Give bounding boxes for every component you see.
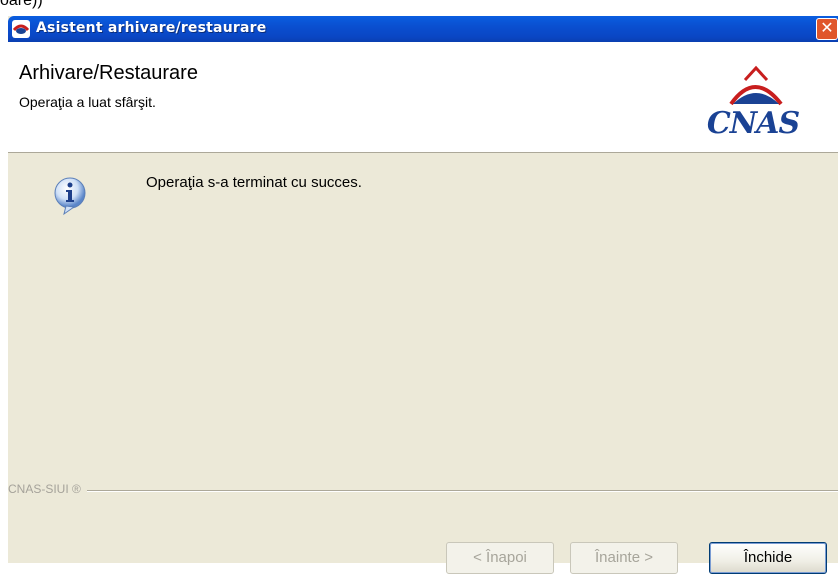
close-button[interactable]: Închide — [709, 542, 827, 574]
wizard-header: Arhivare/Restaurare Operaţia a luat sfâr… — [8, 42, 838, 153]
wizard-window: Asistent arhivare/restaurare ✕ Arhivare/… — [8, 16, 838, 574]
status-message: Operaţia s-a terminat cu succes. — [146, 174, 362, 191]
background-text-fragment: oare)) — [0, 0, 43, 9]
info-icon — [54, 177, 86, 216]
cnas-logo-text: CNAS — [706, 106, 800, 141]
header-title: Arhivare/Restaurare — [19, 62, 198, 84]
footer-divider — [8, 490, 838, 492]
header-subtitle: Operaţia a luat sfârşit. — [19, 94, 156, 110]
window-title: Asistent arhivare/restaurare — [36, 20, 267, 36]
back-button[interactable]: < Înapoi — [446, 542, 554, 574]
footer-brand-label: CNAS-SIUI ® — [8, 482, 87, 496]
app-eye-icon — [12, 20, 30, 38]
next-button[interactable]: Înainte > — [570, 542, 678, 574]
title-bar[interactable]: Asistent arhivare/restaurare ✕ — [8, 16, 838, 42]
close-window-button[interactable]: ✕ — [816, 18, 838, 40]
